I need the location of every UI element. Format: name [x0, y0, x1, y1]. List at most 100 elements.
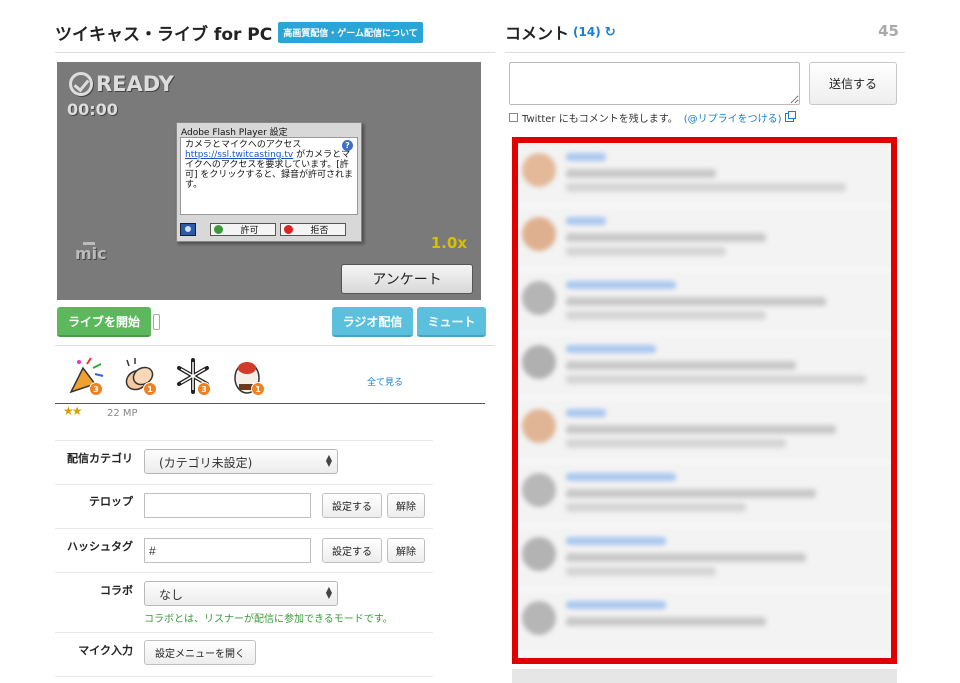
- viewer-count: 45: [878, 22, 899, 40]
- gift-count: 1: [251, 382, 265, 396]
- external-window-icon[interactable]: [784, 111, 796, 122]
- select-arrows-icon: ▲ ▼: [325, 453, 332, 468]
- comment-author[interactable]: [566, 153, 606, 161]
- comments-header: コメント (14) ↻: [505, 20, 616, 44]
- avatar: [522, 409, 556, 443]
- help-icon[interactable]: ?: [342, 140, 353, 151]
- hq-broadcast-badge[interactable]: 高画質配信・ゲーム配信について: [278, 21, 423, 43]
- check-circle-icon: [69, 72, 93, 96]
- zoom-level: 1.0x: [430, 234, 467, 252]
- comment-author[interactable]: [566, 537, 666, 545]
- collab-select[interactable]: なし ▲ ▼: [144, 581, 338, 606]
- telop-clear-button[interactable]: 解除: [387, 493, 425, 518]
- category-label: 配信カテゴリ: [67, 452, 133, 465]
- avatar: [522, 537, 556, 571]
- comment-author[interactable]: [566, 601, 666, 609]
- reply-link[interactable]: (@リプライをつける): [684, 110, 782, 125]
- comment-item[interactable]: [518, 271, 891, 335]
- comment-item[interactable]: [518, 463, 891, 527]
- gift-list: 3 1 3 1: [65, 354, 281, 398]
- category-value: (カテゴリ未設定): [159, 456, 253, 470]
- comment-author[interactable]: [566, 345, 656, 353]
- comment-author[interactable]: [566, 409, 606, 417]
- gift-count: 3: [89, 382, 103, 396]
- divider: [55, 676, 433, 677]
- comment-item[interactable]: [518, 207, 891, 271]
- divider: [55, 528, 433, 529]
- comment-text: [566, 617, 766, 626]
- collab-value: なし: [159, 588, 184, 602]
- divider: [55, 403, 485, 404]
- gift-item[interactable]: 1: [119, 354, 159, 398]
- gift-item[interactable]: 3: [65, 354, 105, 398]
- telop-input[interactable]: [144, 493, 311, 518]
- mute-button[interactable]: ミュート: [417, 307, 486, 337]
- comment-text: [566, 567, 716, 576]
- comment-count: (14): [573, 25, 601, 39]
- check-icon: [214, 224, 223, 234]
- deny-icon: [284, 224, 293, 234]
- comment-text: [566, 233, 766, 242]
- telop-label: テロップ: [89, 495, 133, 508]
- comment-item[interactable]: [518, 591, 891, 655]
- radio-broadcast-button[interactable]: ラジオ配信: [332, 307, 413, 337]
- comment-author[interactable]: [566, 473, 676, 481]
- divider: [55, 52, 495, 53]
- twitter-option: Twitter にもコメントを残します。 (@リプライをつける): [509, 110, 796, 125]
- comment-author[interactable]: [566, 217, 606, 225]
- avatar: [522, 601, 556, 635]
- hashtag-label: ハッシュタグ: [67, 540, 133, 553]
- deny-label: 拒否: [310, 225, 329, 236]
- mic-label: mic: [75, 244, 107, 263]
- level-stars: ★★: [63, 404, 82, 418]
- comment-item[interactable]: [518, 399, 891, 463]
- deny-button[interactable]: 拒否: [280, 222, 346, 236]
- flash-dialog-heading: カメラとマイクへのアクセス: [185, 140, 302, 150]
- flash-dialog-title: Adobe Flash Player 設定: [181, 128, 288, 138]
- ready-text: READY: [96, 72, 174, 96]
- comment-text: [566, 489, 816, 498]
- comment-item[interactable]: [518, 335, 891, 399]
- allow-button[interactable]: 許可: [210, 222, 276, 236]
- allow-label: 許可: [240, 225, 259, 236]
- refresh-icon[interactable]: ↻: [605, 25, 616, 40]
- small-toggle-field[interactable]: [153, 314, 160, 330]
- survey-button[interactable]: アンケート: [341, 264, 473, 294]
- flash-site-link[interactable]: https://ssl.twitcasting.tv: [185, 150, 293, 160]
- start-live-button[interactable]: ライブを開始: [57, 307, 151, 337]
- comment-text: [566, 169, 716, 178]
- telop-set-button[interactable]: 設定する: [322, 493, 382, 518]
- comment-text: [566, 361, 796, 370]
- avatar: [522, 345, 556, 379]
- divider: [505, 52, 905, 53]
- gift-item[interactable]: 1: [227, 354, 267, 398]
- page-title: ツイキャス・ライブ for PC: [55, 24, 273, 45]
- open-settings-menu-button[interactable]: 設定メニューを開く: [144, 640, 256, 665]
- avatar: [522, 217, 556, 251]
- see-all-link[interactable]: 全て見る: [367, 375, 403, 388]
- comment-input[interactable]: [509, 62, 800, 105]
- hashtag-set-button[interactable]: 設定する: [322, 538, 382, 563]
- twitter-checkbox[interactable]: [509, 113, 518, 122]
- send-comment-button[interactable]: 送信する: [809, 62, 897, 105]
- hashtag-input[interactable]: [144, 538, 311, 563]
- category-select[interactable]: (カテゴリ未設定) ▲ ▼: [144, 449, 338, 474]
- flash-permission-dialog: Adobe Flash Player 設定 ? カメラとマイクへのアクセス ht…: [176, 122, 362, 242]
- gift-count: 3: [197, 382, 211, 396]
- flash-dialog-footer: 許可 拒否: [180, 219, 358, 239]
- comment-item[interactable]: [518, 527, 891, 591]
- broadcast-timer: 00:00: [67, 100, 118, 119]
- video-preview: READY 00:00 mic 1.0x アンケート Adobe Flash P…: [57, 62, 481, 300]
- collab-label: コラボ: [100, 584, 133, 597]
- comment-author[interactable]: [566, 281, 676, 289]
- hashtag-clear-button[interactable]: 解除: [387, 538, 425, 563]
- comment-item[interactable]: [518, 143, 891, 207]
- gift-item[interactable]: 3: [173, 354, 213, 398]
- flash-dialog-body: ? カメラとマイクへのアクセス https://ssl.twitcasting.…: [180, 137, 358, 215]
- camera-settings-icon[interactable]: [180, 222, 196, 236]
- broadcast-panel: ツイキャス・ライブ for PC 高画質配信・ゲーム配信について READY 0…: [55, 0, 495, 683]
- divider: [55, 440, 433, 441]
- comment-list-footer: [512, 669, 897, 683]
- divider: [55, 572, 433, 573]
- comment-list[interactable]: [512, 137, 897, 664]
